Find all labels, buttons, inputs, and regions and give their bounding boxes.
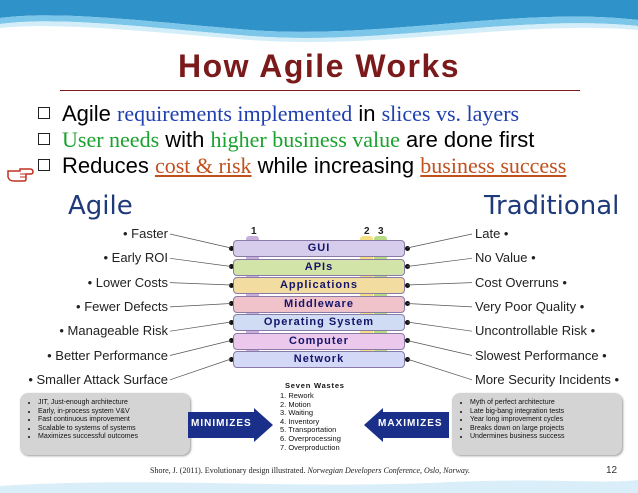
waste-item: 7. Overproduction — [280, 442, 340, 452]
traditional-practice-item: Undermines business success — [470, 433, 622, 442]
connector-line — [169, 282, 232, 286]
agile-practice-item: Early, in-process system V&V — [38, 408, 190, 417]
connector-line — [169, 233, 232, 249]
layer-computer: Computer — [233, 332, 405, 350]
layer-network: Network — [233, 351, 405, 368]
slice-3-label: 3 — [378, 226, 384, 237]
agile-practice-item: Fast continuous improvement — [38, 416, 190, 425]
agile-practices-box: JIT, Just-enough architectureEarly, in-p… — [20, 393, 190, 455]
connector-line — [169, 303, 232, 308]
layer-middleware: Middleware — [233, 295, 405, 313]
minimizes-label: MINIMIZES — [191, 418, 252, 429]
traditional-practice-item: Year long improvement cycles — [470, 416, 622, 425]
layer-operating-system: Operating System — [233, 314, 405, 331]
citation-venue: Norwegian Developers Conference, Oslo, N… — [307, 466, 471, 475]
connector-line — [169, 257, 232, 267]
connector-line — [406, 358, 473, 381]
connector-line — [169, 340, 232, 356]
connector-line — [169, 358, 232, 381]
citation: Shore, J. (2011). Evolutionary design il… — [150, 466, 470, 475]
agile-practice-item: Maximizes successful outcomes — [38, 433, 190, 442]
connector-line — [406, 257, 473, 267]
layer-apis: APIs — [233, 258, 405, 276]
layer-applications: Applications — [233, 277, 405, 294]
traditional-practice-item: Late big-bang integration tests — [470, 408, 622, 417]
agile-practice-item: Scalable to systems of systems — [38, 425, 190, 434]
maximizes-arrow: MAXIMIZES — [364, 408, 449, 442]
slice-1-label: 1 — [251, 226, 257, 237]
maximizes-label: MAXIMIZES — [378, 418, 443, 429]
connector-line — [406, 303, 473, 308]
seven-wastes-title: Seven Wastes — [285, 381, 345, 390]
traditional-practices-box: Myth of perfect architectureLate big-ban… — [452, 393, 622, 455]
connector-line — [406, 233, 473, 249]
bottom-wave-decoration — [0, 480, 638, 493]
connector-line — [406, 340, 473, 356]
page-number: 12 — [606, 465, 618, 476]
connector-line — [169, 321, 232, 332]
agile-practice-item: JIT, Just-enough architecture — [38, 399, 190, 408]
connector-line — [406, 282, 473, 286]
connector-line — [406, 321, 473, 332]
traditional-practice-item: Breaks down on large projects — [470, 425, 622, 434]
seven-wastes-list: 1. Rework 2. Motion 3. Waiting 4. Inventory… — [280, 391, 341, 452]
slide: How Agile Works Agile requirements imple… — [0, 0, 638, 493]
minimizes-arrow: MINIMIZES — [188, 408, 273, 442]
layer-gui: GUI — [233, 240, 405, 257]
slice-2-label: 2 — [364, 226, 370, 237]
traditional-practice-item: Myth of perfect architecture — [470, 399, 622, 408]
citation-text: Shore, J. (2011). Evolutionary design il… — [150, 466, 308, 475]
